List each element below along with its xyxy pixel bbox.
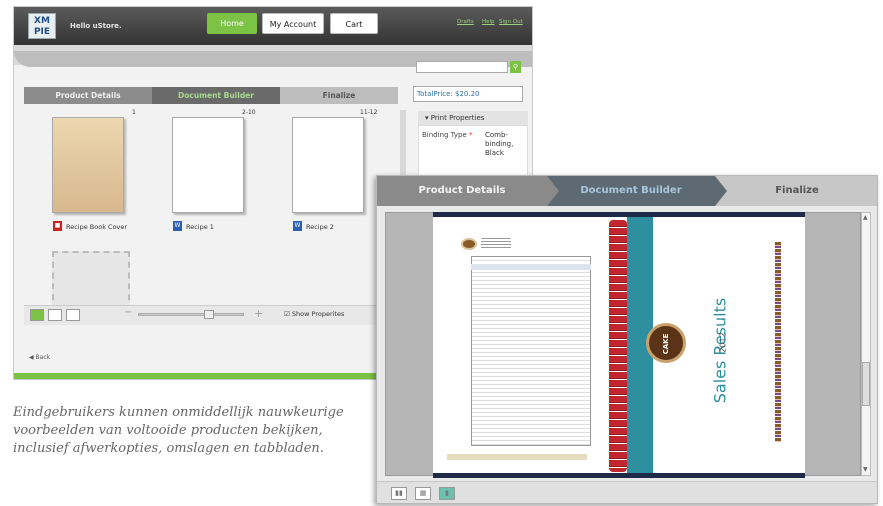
view-pages-button[interactable] (30, 309, 44, 321)
total-price: TotalPrice: $20.20 (413, 86, 523, 102)
step-chevron (547, 176, 559, 206)
thumbnail-label: Recipe Book Cover (66, 223, 128, 231)
preview-scrollbar-thumb[interactable] (862, 362, 870, 406)
back-link[interactable]: ◀ Back (29, 354, 50, 361)
thumbnail-label: Recipe 2 (306, 223, 334, 231)
sales-results-year: 2012 (718, 332, 728, 353)
print-properties-header[interactable]: ▾ Print Properties (418, 111, 528, 125)
pdf-icon: ■ (53, 221, 62, 231)
zoom-slider[interactable] (138, 313, 244, 316)
required-mark: * (469, 131, 473, 139)
view-grid-button[interactable] (48, 309, 62, 321)
greeting-text: Hello uStore. (70, 22, 122, 30)
cake-logo-text: CAKE (662, 333, 670, 355)
step-document-builder[interactable]: Document Builder (547, 176, 715, 206)
scroll-up-icon[interactable]: ▲ (863, 214, 868, 221)
zoom-slider-handle[interactable] (204, 310, 214, 319)
search-input[interactable] (416, 61, 508, 73)
checkbox-icon[interactable]: ☑ (284, 310, 290, 318)
step-finalize[interactable]: Finalize (280, 87, 398, 104)
thumbnail-page-number: 11-12 (360, 109, 378, 116)
document-preview-window: Product Details Document Builder Finaliz… (376, 175, 878, 504)
back-link-label: Back (35, 354, 51, 361)
document-logo-text (481, 238, 511, 250)
search-icon[interactable]: ⚲ (510, 61, 521, 73)
binding-type-label-text: Binding Type (422, 131, 467, 139)
show-properties-toggle[interactable]: ☑ Show Properites (284, 310, 344, 318)
view-pages-button[interactable]: ▮▮ (391, 487, 407, 500)
step-document-builder[interactable]: Document Builder (152, 87, 280, 104)
word-icon: W (173, 221, 182, 231)
page-bottom-strip (433, 473, 805, 478)
drafts-link[interactable]: Drafts (457, 19, 474, 25)
binding-type-value[interactable]: Comb-binding, Black (485, 131, 525, 158)
zoom-in-icon[interactable]: + (254, 307, 263, 320)
step-product-details[interactable]: Product Details (377, 176, 547, 206)
add-document-placeholder[interactable] (52, 251, 130, 311)
print-properties-title: Print Properties (430, 114, 485, 122)
document-table-header (471, 264, 591, 270)
page-top-strip (433, 212, 805, 217)
document-footer-band (447, 454, 587, 460)
binding-type-label: Binding Type * (422, 131, 473, 139)
cart-button[interactable]: Cart (330, 13, 378, 34)
thumbnail-page-number: 1 (132, 109, 136, 116)
thumbnail-page-number: 2-10 (242, 109, 256, 116)
view-spread-button[interactable]: ▮ (439, 487, 455, 500)
cupcake-border-decoration (775, 242, 781, 442)
my-account-button[interactable]: My Account (262, 13, 324, 34)
comb-binding-spiral (609, 220, 627, 472)
view-single-button[interactable] (66, 309, 80, 321)
step-chevron (715, 176, 727, 206)
step-product-details[interactable]: Product Details (24, 87, 152, 104)
step-finalize[interactable]: Finalize (715, 176, 877, 206)
thumbnail-label: Recipe 1 (186, 223, 214, 231)
sign-out-link[interactable]: Sign Out (499, 19, 523, 25)
thumbnail-recipe-2[interactable] (292, 117, 364, 213)
thumbnail-recipe-book-cover[interactable] (52, 117, 124, 213)
zoom-out-icon[interactable]: − (124, 307, 132, 318)
thumbnail-recipe-1[interactable] (172, 117, 244, 213)
view-grid-button[interactable]: ▦ (415, 487, 431, 500)
home-button[interactable]: Home (207, 13, 257, 34)
document-table (471, 256, 591, 446)
document-logo (461, 238, 477, 250)
help-link[interactable]: Help (482, 19, 495, 25)
scroll-down-icon[interactable]: ▼ (863, 466, 868, 473)
show-properties-label: Show Properites (291, 310, 345, 318)
preview-scrollbar[interactable] (861, 212, 871, 476)
caption-text: Eindgebruikers kunnen onmiddellijk nauwk… (13, 405, 344, 456)
word-icon: W (293, 221, 302, 231)
xmpie-logo: XM PIE (28, 13, 56, 39)
